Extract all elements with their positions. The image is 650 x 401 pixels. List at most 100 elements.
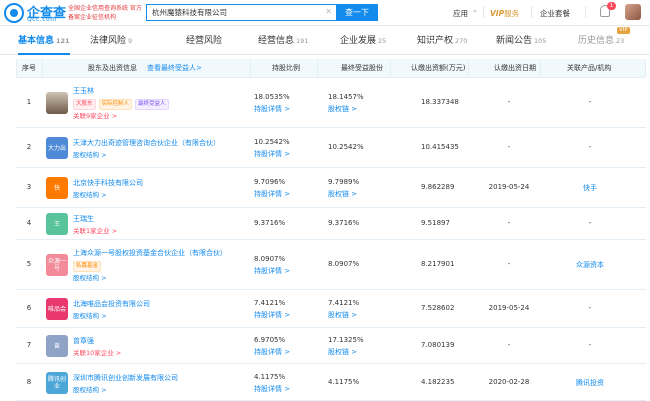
final-benefit-ratio: 18.1457% <box>328 93 364 101</box>
equity-structure-link[interactable]: 股权结构 > <box>73 310 107 320</box>
holder-name-link[interactable]: 深圳市腾讯创业创新发展有限公司 <box>73 373 178 383</box>
related-product: - <box>588 341 592 349</box>
final-benefit-ratio: 9.7989% <box>328 178 360 186</box>
holding-detail-link[interactable]: 持股详情 > <box>254 266 290 276</box>
related-companies-link[interactable]: 关联9家企业 > <box>73 110 117 120</box>
tab-ip[interactable]: 知识产权 270 <box>417 27 467 55</box>
holder-logo[interactable]: 大力出 <box>46 137 68 159</box>
related-product-link[interactable]: 众源资本 <box>550 260 630 270</box>
holder-photo[interactable] <box>46 92 68 114</box>
tab-development[interactable]: 企业发展 25 <box>340 27 386 55</box>
holding-ratio: 6.9705% <box>254 336 286 344</box>
holding-detail-link[interactable]: 持股详情 > <box>254 149 290 159</box>
nav-app[interactable]: 应用 <box>453 8 468 19</box>
tab-news[interactable]: 新闻公告 105 <box>496 27 546 55</box>
related-product: - <box>588 98 592 106</box>
subscribed-amount: 7.080139 <box>421 341 455 349</box>
related-product: - <box>588 219 592 227</box>
tab-legal-risk[interactable]: 法律风险 9 <box>90 27 132 55</box>
holder-tags: 私募基金 <box>73 260 104 272</box>
equity-structure-link[interactable]: 股权结构 > <box>73 384 107 394</box>
holding-detail-link[interactable]: 持股详情 > <box>254 384 290 394</box>
holder-tag[interactable]: 大股东 <box>73 99 96 110</box>
subscribed-date: - <box>507 143 511 151</box>
equity-chain-link[interactable]: 股权链 > <box>328 347 357 357</box>
row-seq: 3 <box>26 183 32 191</box>
holder-logo[interactable]: 快 <box>46 177 68 199</box>
equity-structure-link[interactable]: 股权结构 > <box>73 189 107 199</box>
holder-logo[interactable]: 曾 <box>46 335 68 357</box>
nav-divider <box>483 6 484 18</box>
vip-sub-label: 服务 <box>504 9 520 18</box>
nav-divider <box>585 6 586 18</box>
clear-icon[interactable]: ✕ <box>325 7 332 16</box>
holder-name-link[interactable]: 曾章强 <box>73 336 94 346</box>
holder-logo[interactable]: 唯品会 <box>46 298 68 320</box>
table-row: 6 唯品会 北海唯品会投资有限公司 股权结构 > 7.4121% 持股详情 > 7.4121… <box>16 290 646 328</box>
holder-name-link[interactable]: 北京快手科技有限公司 <box>73 178 143 188</box>
table-row: 3 快北京快手科技有限公司 股权结构 > 9.7096% 持股详情 > 9.7989% 股权… <box>16 168 646 208</box>
subscribed-date: - <box>507 260 511 268</box>
nav-enterprise-package[interactable]: 企业套餐 <box>540 8 570 19</box>
nav-vip-service[interactable]: VIP服务 <box>490 8 519 19</box>
related-companies-link[interactable]: 关联10家企业 > <box>73 347 121 357</box>
holder-name-link[interactable]: 天津大力出奇迹管理咨询合伙企业（有限合伙） <box>73 138 220 148</box>
holding-detail-link[interactable]: 持股详情 > <box>254 310 290 320</box>
related-product: - <box>588 304 592 312</box>
search-button[interactable]: 查一下 <box>336 4 378 21</box>
holding-detail-link[interactable]: 持股详情 > <box>254 104 290 114</box>
holder-name-link[interactable]: 王瑞生 <box>73 214 94 224</box>
equity-structure-link[interactable]: 股权结构 > <box>73 272 107 282</box>
search-input[interactable] <box>147 5 327 20</box>
vip-badge: VIP <box>617 27 630 34</box>
equity-structure-link[interactable]: 股权结构 > <box>73 149 107 159</box>
holding-detail-link[interactable]: 持股详情 > <box>254 347 290 357</box>
equity-chain-link[interactable]: 股权链 > <box>328 104 357 114</box>
related-companies-link[interactable]: 关联1家企业 > <box>73 225 117 235</box>
row-seq: 1 <box>26 98 32 106</box>
holding-ratio: 10.2542% <box>254 138 290 146</box>
related-product-link[interactable]: 腾讯投资 <box>550 378 630 388</box>
holder-logo[interactable]: 王 <box>46 213 68 235</box>
final-benefit-ratio: 7.4121% <box>328 299 360 307</box>
equity-chain-link[interactable]: 股权链 > <box>328 189 357 199</box>
holder-name-link[interactable]: 上海众源一号股权投资基金合伙企业（有限合伙） <box>73 248 227 258</box>
subscribed-amount: 10.415435 <box>421 143 459 151</box>
tab-business-risk[interactable]: 经营风险 <box>186 27 224 55</box>
header-date: 认缴出资日期 <box>494 64 536 72</box>
search-box: ✕ <box>146 4 340 21</box>
subscribed-date: - <box>507 341 511 349</box>
qcc-logo-icon[interactable] <box>4 3 24 23</box>
final-benefit-ratio: 10.2542% <box>328 143 364 151</box>
holding-ratio: 7.4121% <box>254 299 286 307</box>
equity-chain-link[interactable]: 股权链 > <box>328 310 357 320</box>
holder-name-link[interactable]: 北海唯品会投资有限公司 <box>73 299 150 309</box>
subscribed-amount: 4.182235 <box>421 378 455 386</box>
subscribed-amount: 9.51897 <box>421 219 450 227</box>
holding-ratio: 9.7096% <box>254 178 286 186</box>
top-bar: 企查查 Qcc.com 全国企业信用查询系统 官方备案企业征信机构 ✕ 查一下 … <box>0 0 650 26</box>
header-holder: 股东及出资信息 <box>88 64 137 72</box>
slogan: 全国企业信用查询系统 官方备案企业征信机构 <box>68 5 142 21</box>
beneficiary-link[interactable]: 查看最终受益人> <box>147 59 202 78</box>
table-row: 4 王王瑞生 关联1家企业 > 9.3716% 9.3716% 9.51897 - - <box>16 208 646 240</box>
vip-label: VIP <box>490 9 505 18</box>
holder-name-link[interactable]: 王玉林 <box>73 86 94 96</box>
holding-ratio: 8.0907% <box>254 255 286 263</box>
final-benefit-ratio: 8.0907% <box>328 260 360 268</box>
holder-tag[interactable]: 实际控制人 <box>98 99 133 110</box>
avatar[interactable] <box>625 4 641 20</box>
subscribed-date: 2019-05-24 <box>488 304 530 312</box>
chevron-down-icon[interactable]: ⌄ <box>472 6 478 14</box>
holder-logo[interactable]: 腾讯创业 <box>46 372 68 394</box>
holder-tag[interactable]: 私募基金 <box>73 261 102 272</box>
tab-basic-info[interactable]: 基本信息 121 <box>18 27 70 55</box>
subscribed-date: - <box>507 98 511 106</box>
tab-business-info[interactable]: 经营信息 191 <box>258 27 308 55</box>
holder-logo[interactable]: 众源一号 <box>46 254 68 276</box>
subscribed-amount: 9.862289 <box>421 183 455 191</box>
related-product-link[interactable]: 快手 <box>550 183 630 193</box>
holder-tag[interactable]: 最终受益人 <box>135 99 169 110</box>
holding-detail-link[interactable]: 持股详情 > <box>254 189 290 199</box>
header-final-ratio: 最终受益股份 <box>341 64 383 72</box>
